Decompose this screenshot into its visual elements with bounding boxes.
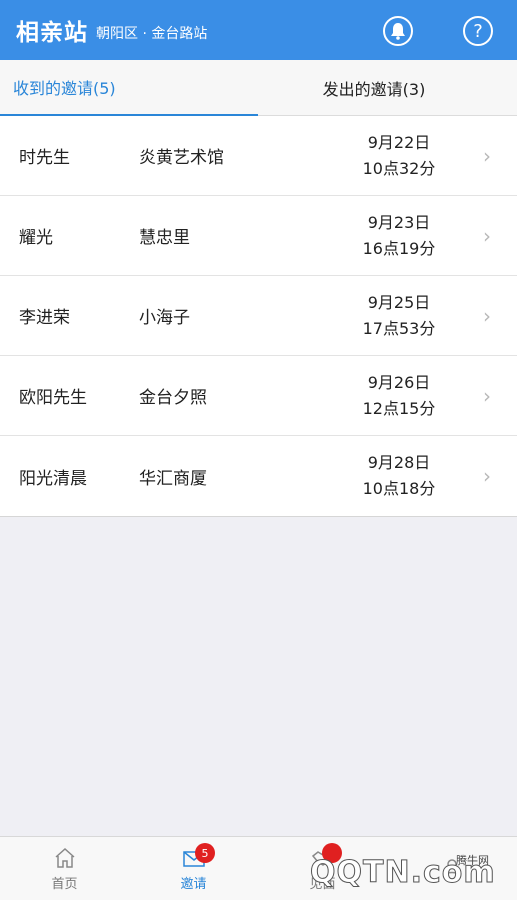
invitation-list: 时先生 炎黄艺术馆 9月22日 10点32分 › 耀光 慧忠里 9月23日 16…	[0, 116, 517, 517]
meeting-place: 小海子	[139, 308, 190, 328]
list-item[interactable]: 阳光清晨 华汇商厦 9月28日 10点18分 ›	[0, 436, 517, 516]
chevron-right-icon: ›	[483, 143, 491, 168]
home-icon	[55, 847, 74, 868]
meeting-date: 9月28日	[367, 453, 431, 472]
meeting-time: 9月28日 10点18分	[350, 450, 448, 502]
meeting-time: 9月26日 12点15分	[350, 370, 448, 422]
meeting-time: 9月23日 16点19分	[350, 210, 448, 262]
bell-icon[interactable]	[383, 16, 413, 46]
tabbar-item-invite[interactable]: 邀请 5	[129, 837, 258, 900]
help-glyph: ?	[473, 20, 483, 42]
meeting-place: 炎黄艺术馆	[139, 148, 224, 168]
chevron-right-icon: ›	[483, 223, 491, 248]
app-title: 相亲站	[16, 20, 88, 46]
inviter-name: 欧阳先生	[19, 388, 87, 408]
question-mark-icon[interactable]: ?	[463, 16, 493, 46]
location-label: 朝阳区 · 金台路站	[96, 26, 208, 42]
inviter-name: 李进荣	[19, 308, 70, 328]
unread-badge: 5	[195, 843, 215, 863]
tabbar-label-home: 首页	[51, 877, 78, 892]
meeting-date: 9月25日	[367, 292, 431, 312]
meeting-clock: 12点15分	[362, 398, 436, 418]
meeting-clock: 17点53分	[362, 318, 436, 338]
app-header: 相亲站 朝阳区 · 金台路站 ?	[0, 0, 517, 60]
list-item[interactable]: 欧阳先生 金台夕照 9月26日 12点15分 ›	[0, 356, 517, 436]
meeting-clock: 10点18分	[362, 479, 436, 498]
tabbar-label-invite: 邀请	[180, 877, 207, 892]
tab-received[interactable]: 收到的邀请(5)	[0, 60, 258, 116]
meeting-place: 金台夕照	[139, 388, 207, 408]
meeting-date: 9月23日	[367, 212, 431, 232]
meeting-clock: 16点19分	[362, 238, 436, 258]
chevron-right-icon: ›	[483, 303, 491, 328]
tab-sent[interactable]: 发出的邀请(3)	[258, 60, 516, 116]
list-item[interactable]: 李进荣 小海子 9月25日 17点53分 ›	[0, 276, 517, 356]
meeting-date: 9月26日	[367, 372, 431, 392]
list-item[interactable]: 耀光 慧忠里 9月23日 16点19分 ›	[0, 196, 517, 276]
tab-bar: 收到的邀请(5) 发出的邀请(3)	[0, 60, 517, 116]
chevron-right-icon: ›	[483, 383, 491, 408]
meeting-place: 慧忠里	[139, 228, 190, 248]
list-item[interactable]: 时先生 炎黄艺术馆 9月22日 10点32分 ›	[0, 116, 517, 196]
watermark-cn: 腾牛网	[456, 854, 489, 867]
meeting-time: 9月22日 10点32分	[350, 130, 448, 182]
watermark: QQTN.com 腾牛网	[310, 848, 510, 896]
meeting-date: 9月22日	[367, 132, 431, 152]
inviter-name: 阳光清晨	[19, 468, 87, 489]
meeting-clock: 10点32分	[362, 158, 436, 178]
inviter-name: 时先生	[19, 148, 70, 168]
inviter-name: 耀光	[19, 228, 53, 248]
tabbar-item-home[interactable]: 首页	[0, 837, 129, 900]
meeting-time: 9月25日 17点53分	[350, 290, 448, 342]
chevron-right-icon: ›	[483, 464, 491, 488]
meeting-place: 华汇商厦	[139, 468, 207, 489]
